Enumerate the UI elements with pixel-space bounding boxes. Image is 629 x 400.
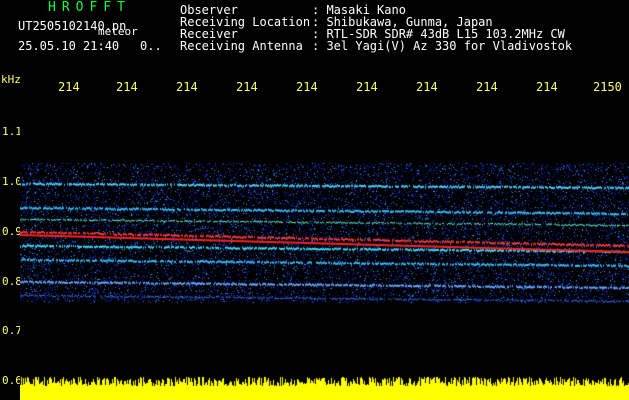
y-tick-label: 0.9 xyxy=(2,225,22,238)
x-tick-label: 214 xyxy=(416,80,438,94)
y-tick-label: 0.6 xyxy=(2,374,22,387)
meteor-tag: meteor xyxy=(98,25,138,38)
y-tick-label: 0.7 xyxy=(2,324,22,337)
x-tick-label: 214 xyxy=(236,80,258,94)
spectrogram-canvas xyxy=(20,95,629,400)
y-axis-unit: kHz xyxy=(1,73,21,86)
x-tick-label: 214 xyxy=(296,80,318,94)
x-tick-label: 214 xyxy=(536,80,558,94)
count-value: 0.. xyxy=(140,39,162,53)
app-brand: HROFFT xyxy=(48,0,131,15)
hrofft-spectrogram-window: HROFFT UT2505102140.pn meteor 25.05.10 2… xyxy=(0,0,629,400)
x-tick-label: 214 xyxy=(356,80,378,94)
antenna-value: : 3el Yagi(V) Az 330 for Vladivostok xyxy=(312,39,573,53)
x-tick-label: 2150 xyxy=(593,80,622,94)
y-tick-label: 0.8 xyxy=(2,275,22,288)
date-time: 25.05.10 21:40 xyxy=(18,39,120,53)
x-tick-label: 214 xyxy=(116,80,138,94)
x-tick-label: 214 xyxy=(176,80,198,94)
x-tick-label: 214 xyxy=(476,80,498,94)
y-tick-label: 1.1 xyxy=(2,125,22,138)
x-tick-label: 214 xyxy=(58,80,80,94)
antenna-label: Receiving Antenna xyxy=(180,39,303,53)
y-tick-label: 1.0 xyxy=(2,175,22,188)
spectrogram-plot xyxy=(20,95,629,400)
